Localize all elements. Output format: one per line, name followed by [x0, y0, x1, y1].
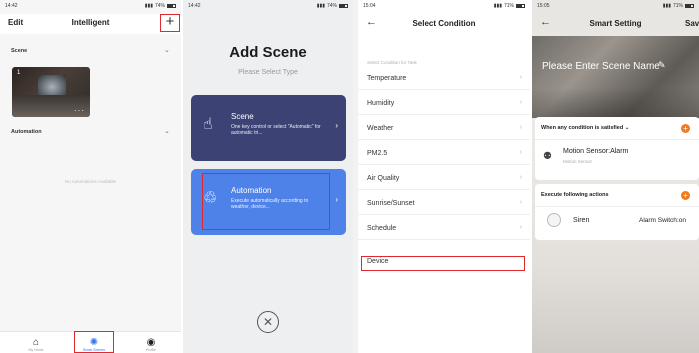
close-icon[interactable]: ✕ — [257, 311, 279, 333]
page-title: Add Scene — [229, 44, 307, 61]
siren-icon — [547, 213, 561, 227]
status-bar: 14:42 ▮▮▮ 74% — [0, 0, 181, 11]
action-card: Execute following actions + Siren Alarm … — [535, 184, 699, 240]
bottom-tab-bar: ⌂ My Home ✺ Smart Scenes ◉ Profile — [0, 331, 181, 353]
battery-level: 71% — [503, 2, 514, 9]
signal-icon: ▮▮▮ — [144, 2, 153, 9]
chevron-right-icon: › — [519, 74, 522, 81]
status-bar: 15:05 ▮▮▮ 71% — [532, 0, 699, 11]
highlight-box — [74, 331, 114, 353]
intelligent-screen: 14:42 ▮▮▮ 74% Edit Intelligent + Scene ⌄… — [0, 0, 181, 353]
edit-pencil-icon[interactable]: ✎ — [658, 60, 666, 71]
home-icon: ⌂ — [32, 337, 40, 348]
profile-icon: ◉ — [146, 337, 156, 348]
battery-icon — [516, 3, 525, 8]
signal-icon: ▮▮▮ — [493, 2, 502, 9]
save-button[interactable]: Save — [685, 19, 699, 28]
add-condition-button[interactable]: + — [681, 124, 690, 133]
top-bar: Edit Intelligent + — [0, 14, 181, 34]
status-time: 15:04 — [363, 2, 376, 9]
status-time: 14:42 — [188, 2, 201, 9]
condition-item-title[interactable]: Motion Sensor:Alarm — [563, 148, 628, 155]
select-condition-screen: 15:04 ▮▮▮ 71% ← Select Condition Select … — [358, 0, 530, 353]
signal-icon: ▮▮▮ — [316, 2, 325, 9]
battery-level: 74% — [326, 2, 337, 9]
chevron-right-icon: › — [519, 149, 522, 156]
battery-icon — [339, 3, 348, 8]
scene-index: 1 — [17, 70, 21, 76]
status-bar: 14:42 ▮▮▮ 74% — [183, 0, 353, 11]
scene-type-card[interactable]: ☝ Scene One key control or select "Autom… — [191, 95, 346, 161]
empty-automation-note: No Automations Available — [65, 179, 116, 184]
scene-cover-image[interactable] — [532, 36, 699, 118]
chevron-down-icon: ⌄ — [624, 125, 630, 131]
condition-humidity[interactable]: Humidity › — [358, 93, 530, 115]
automation-section-label: Automation — [11, 129, 42, 135]
tab-my-home[interactable]: ⌂ My Home — [16, 337, 56, 352]
section-hint: Select Condition for Task — [367, 60, 417, 65]
condition-pm25[interactable]: PM2.5 › — [358, 143, 530, 165]
battery-icon — [167, 3, 176, 8]
chevron-right-icon: › — [519, 124, 522, 131]
smart-setting-screen: 15:05 ▮▮▮ 71% ← Smart Setting Save Pleas… — [532, 0, 699, 353]
battery-level: 71% — [672, 2, 683, 9]
condition-air-quality[interactable]: Air Quality › — [358, 168, 530, 190]
add-scene-screen: 14:42 ▮▮▮ 74% Add Scene Please Select Ty… — [183, 0, 353, 353]
scene-name-input[interactable]: Please Enter Scene Name — [542, 61, 660, 72]
status-time: 14:42 — [5, 2, 18, 9]
more-icon[interactable]: ··· — [74, 106, 85, 115]
card-description: One key control or select "Automatic" fo… — [231, 124, 321, 136]
card-title: Scene — [231, 112, 254, 121]
action-card-header: Execute following actions — [541, 192, 609, 198]
tab-profile[interactable]: ◉ Profile — [131, 337, 171, 352]
condition-schedule[interactable]: Schedule › — [358, 218, 530, 240]
add-action-button[interactable]: + — [681, 191, 690, 200]
chevron-right-icon: › — [519, 199, 522, 206]
chevron-right-icon: › — [335, 121, 338, 130]
page-title: Smart Setting — [589, 19, 642, 28]
condition-temperature[interactable]: Temperature › — [358, 68, 530, 90]
signal-icon: ▮▮▮ — [662, 2, 671, 9]
chevron-down-icon[interactable]: ⌄ — [164, 46, 170, 54]
battery-level: 74% — [154, 2, 165, 9]
tap-hand-icon: ☝ — [203, 116, 213, 133]
chevron-right-icon: › — [519, 174, 522, 181]
page-title: Intelligent — [71, 18, 110, 27]
add-scene-button[interactable]: + — [160, 14, 180, 32]
condition-mode-dropdown[interactable]: When any condition is satisfied ⌄ — [541, 125, 629, 131]
scene-section-label: Scene — [11, 48, 28, 54]
condition-card: When any condition is satisfied ⌄ + ⚉ Mo… — [535, 117, 699, 180]
status-bar: 15:04 ▮▮▮ 71% — [358, 0, 530, 11]
page-subtitle: Please Select Type — [238, 69, 298, 76]
condition-sunrise-sunset[interactable]: Sunrise/Sunset › — [358, 193, 530, 215]
action-item-value: Alarm Switch:on — [639, 217, 686, 224]
chevron-right-icon: › — [519, 224, 522, 231]
page-title: Select Condition — [412, 19, 476, 28]
chevron-down-icon[interactable]: ⌄ — [164, 127, 170, 135]
battery-icon — [685, 3, 694, 8]
highlight-box — [361, 256, 525, 271]
highlight-box — [202, 173, 330, 230]
motion-sensor-icon: ⚉ — [543, 151, 552, 162]
chevron-right-icon: › — [335, 195, 338, 204]
chevron-right-icon: › — [519, 99, 522, 106]
action-item-title[interactable]: Siren — [573, 217, 589, 224]
condition-item-subtitle: Motion Sensor — [563, 159, 593, 164]
scene-card[interactable]: 1 ··· — [12, 67, 90, 117]
condition-weather[interactable]: Weather › — [358, 118, 530, 140]
status-time: 15:05 — [537, 2, 550, 9]
